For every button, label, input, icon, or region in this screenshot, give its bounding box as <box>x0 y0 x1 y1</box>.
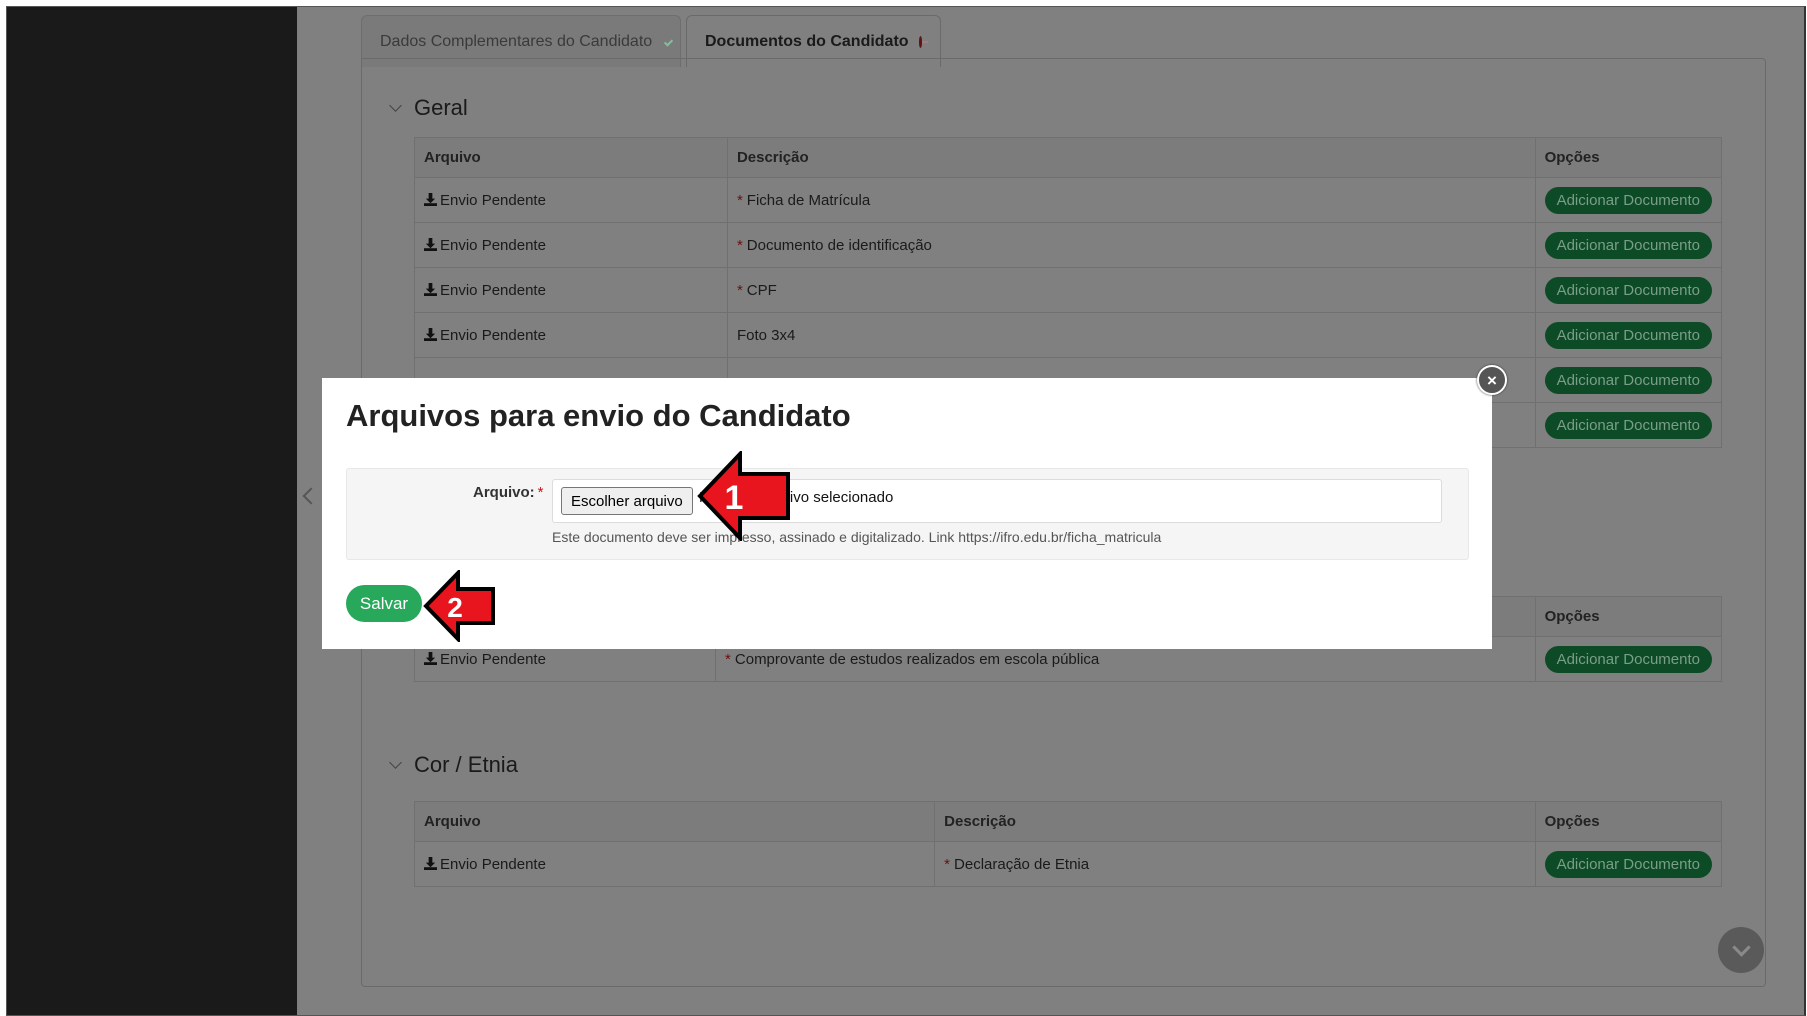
upload-form: Arquivo: * Escolher arquivo Nenhum arquiv… <box>346 468 1469 560</box>
download-icon <box>424 856 437 870</box>
upload-modal: Arquivos para envio do Candidato × Arqui… <box>322 365 1507 649</box>
required-mark: * <box>736 191 743 209</box>
chevron-down-icon <box>389 99 402 112</box>
description-text: CPF <box>746 281 777 299</box>
description-text: Comprovante de estudos realizados em esc… <box>734 650 1100 668</box>
scroll-down-button[interactable] <box>1718 927 1764 973</box>
section-etnia-header[interactable]: Cor / Etnia <box>389 752 518 778</box>
chevron-down-icon <box>1731 937 1751 957</box>
file-status: Envio Pendente <box>440 326 546 344</box>
close-icon: × <box>1487 370 1497 390</box>
file-cell: Envio Pendente <box>414 222 728 268</box>
file-status: Envio Pendente <box>440 855 546 873</box>
download-icon <box>424 651 437 665</box>
annotation-number: 2 <box>447 592 463 623</box>
column-header: Arquivo <box>414 137 728 178</box>
description-cell: Foto 3x4 <box>726 312 1536 358</box>
section-geral-header[interactable]: Geral <box>389 95 468 121</box>
tab-label: Documentos do Candidato <box>705 32 909 50</box>
options-cell: Adicionar Documento <box>1534 222 1723 268</box>
add-document-button[interactable]: Adicionar Documento <box>1544 186 1712 214</box>
file-status: Envio Pendente <box>440 191 546 209</box>
column-header: Arquivo <box>413 801 936 842</box>
description-cell: * Declaração de Etnia <box>934 841 1536 887</box>
required-mark: * <box>725 650 731 668</box>
options-cell: Adicionar Documento <box>1534 267 1723 313</box>
download-icon <box>424 192 437 206</box>
annotation-arrow-1: 1 <box>697 451 790 541</box>
close-button[interactable]: × <box>1477 365 1507 395</box>
required-mark: * <box>944 855 951 873</box>
sidebar <box>7 7 297 1015</box>
column-header: Descrição <box>934 801 1536 842</box>
table-row: Envio Pendente * CPF Adicionar Documento <box>414 267 1723 313</box>
column-header: Opções <box>1534 137 1723 178</box>
table-header-row: Arquivo Descrição Opções <box>413 801 1723 842</box>
file-status: Envio Pendente <box>440 281 546 299</box>
options-cell: Adicionar Documento <box>1534 177 1723 223</box>
required-mark: * <box>736 236 743 254</box>
annotation-number: 1 <box>725 479 744 517</box>
description-text: Documento de identificação <box>746 236 932 254</box>
column-header: Opções <box>1534 801 1723 842</box>
chevron-down-icon <box>389 756 402 769</box>
column-header: Descrição <box>726 137 1536 178</box>
tab-label: Dados Complementares do Candidato <box>380 32 653 50</box>
file-cell: Envio Pendente <box>413 841 936 887</box>
file-cell: Envio Pendente <box>414 312 728 358</box>
options-cell: Adicionar Documento <box>1534 402 1723 448</box>
column-header: Opções <box>1534 596 1723 637</box>
add-document-button[interactable]: Adicionar Documento <box>1544 645 1712 673</box>
description-text: Foto 3x4 <box>736 326 796 344</box>
help-text: Este documento deve ser impresso, assina… <box>552 529 1162 545</box>
download-icon <box>424 327 437 341</box>
modal-title: Arquivos para envio do Candidato <box>346 398 851 433</box>
options-cell: Adicionar Documento <box>1534 636 1723 682</box>
description-cell: * CPF <box>726 267 1536 313</box>
add-document-button[interactable]: Adicionar Documento <box>1544 231 1712 259</box>
label-text: Arquivo: <box>473 484 535 501</box>
table-row: Envio Pendente * Ficha de Matrícula Adici… <box>414 177 1723 223</box>
table-row: Envio Pendente * Declaração de Etnia Adic… <box>413 841 1723 887</box>
required-mark: * <box>736 281 743 299</box>
options-cell: Adicionar Documento <box>1534 312 1723 358</box>
add-document-button[interactable]: Adicionar Documento <box>1544 276 1712 304</box>
description-cell: * Ficha de Matrícula <box>726 177 1536 223</box>
add-document-button[interactable]: Adicionar Documento <box>1544 850 1712 878</box>
save-button[interactable]: Salvar <box>346 585 422 622</box>
options-cell: Adicionar Documento <box>1534 841 1723 887</box>
download-icon <box>424 282 437 296</box>
table-header-row: Arquivo Descrição Opções <box>414 137 1723 178</box>
section-title: Cor / Etnia <box>414 752 518 777</box>
required-mark: * <box>537 484 544 501</box>
description-text: Ficha de Matrícula <box>746 191 871 209</box>
file-status: Envio Pendente <box>440 236 546 254</box>
description-cell: * Documento de identificação <box>726 222 1536 268</box>
file-field-label: Arquivo: * <box>473 484 544 501</box>
etnia-table: Arquivo Descrição Opções Envio Pendente … <box>413 801 1723 887</box>
choose-file-button[interactable]: Escolher arquivo <box>561 487 693 515</box>
add-document-button[interactable]: Adicionar Documento <box>1544 366 1712 394</box>
table-row: Envio Pendente * Documento de identificaç… <box>414 222 1723 268</box>
download-icon <box>424 237 437 251</box>
section-title: Geral <box>414 95 468 120</box>
file-input[interactable]: Escolher arquivo Nenhum arquivo selecion… <box>552 479 1442 523</box>
file-cell: Envio Pendente <box>414 267 728 313</box>
table-row: Envio Pendente Foto 3x4 Adicionar Docume… <box>414 312 1723 358</box>
file-status: Envio Pendente <box>440 650 546 668</box>
annotation-arrow-2: 2 <box>423 570 495 642</box>
description-text: Declaração de Etnia <box>954 855 1090 873</box>
options-cell: Adicionar Documento <box>1534 357 1723 403</box>
minus-circle-icon <box>918 35 929 48</box>
add-document-button[interactable]: Adicionar Documento <box>1544 411 1712 439</box>
file-cell: Envio Pendente <box>414 177 728 223</box>
add-document-button[interactable]: Adicionar Documento <box>1544 321 1712 349</box>
